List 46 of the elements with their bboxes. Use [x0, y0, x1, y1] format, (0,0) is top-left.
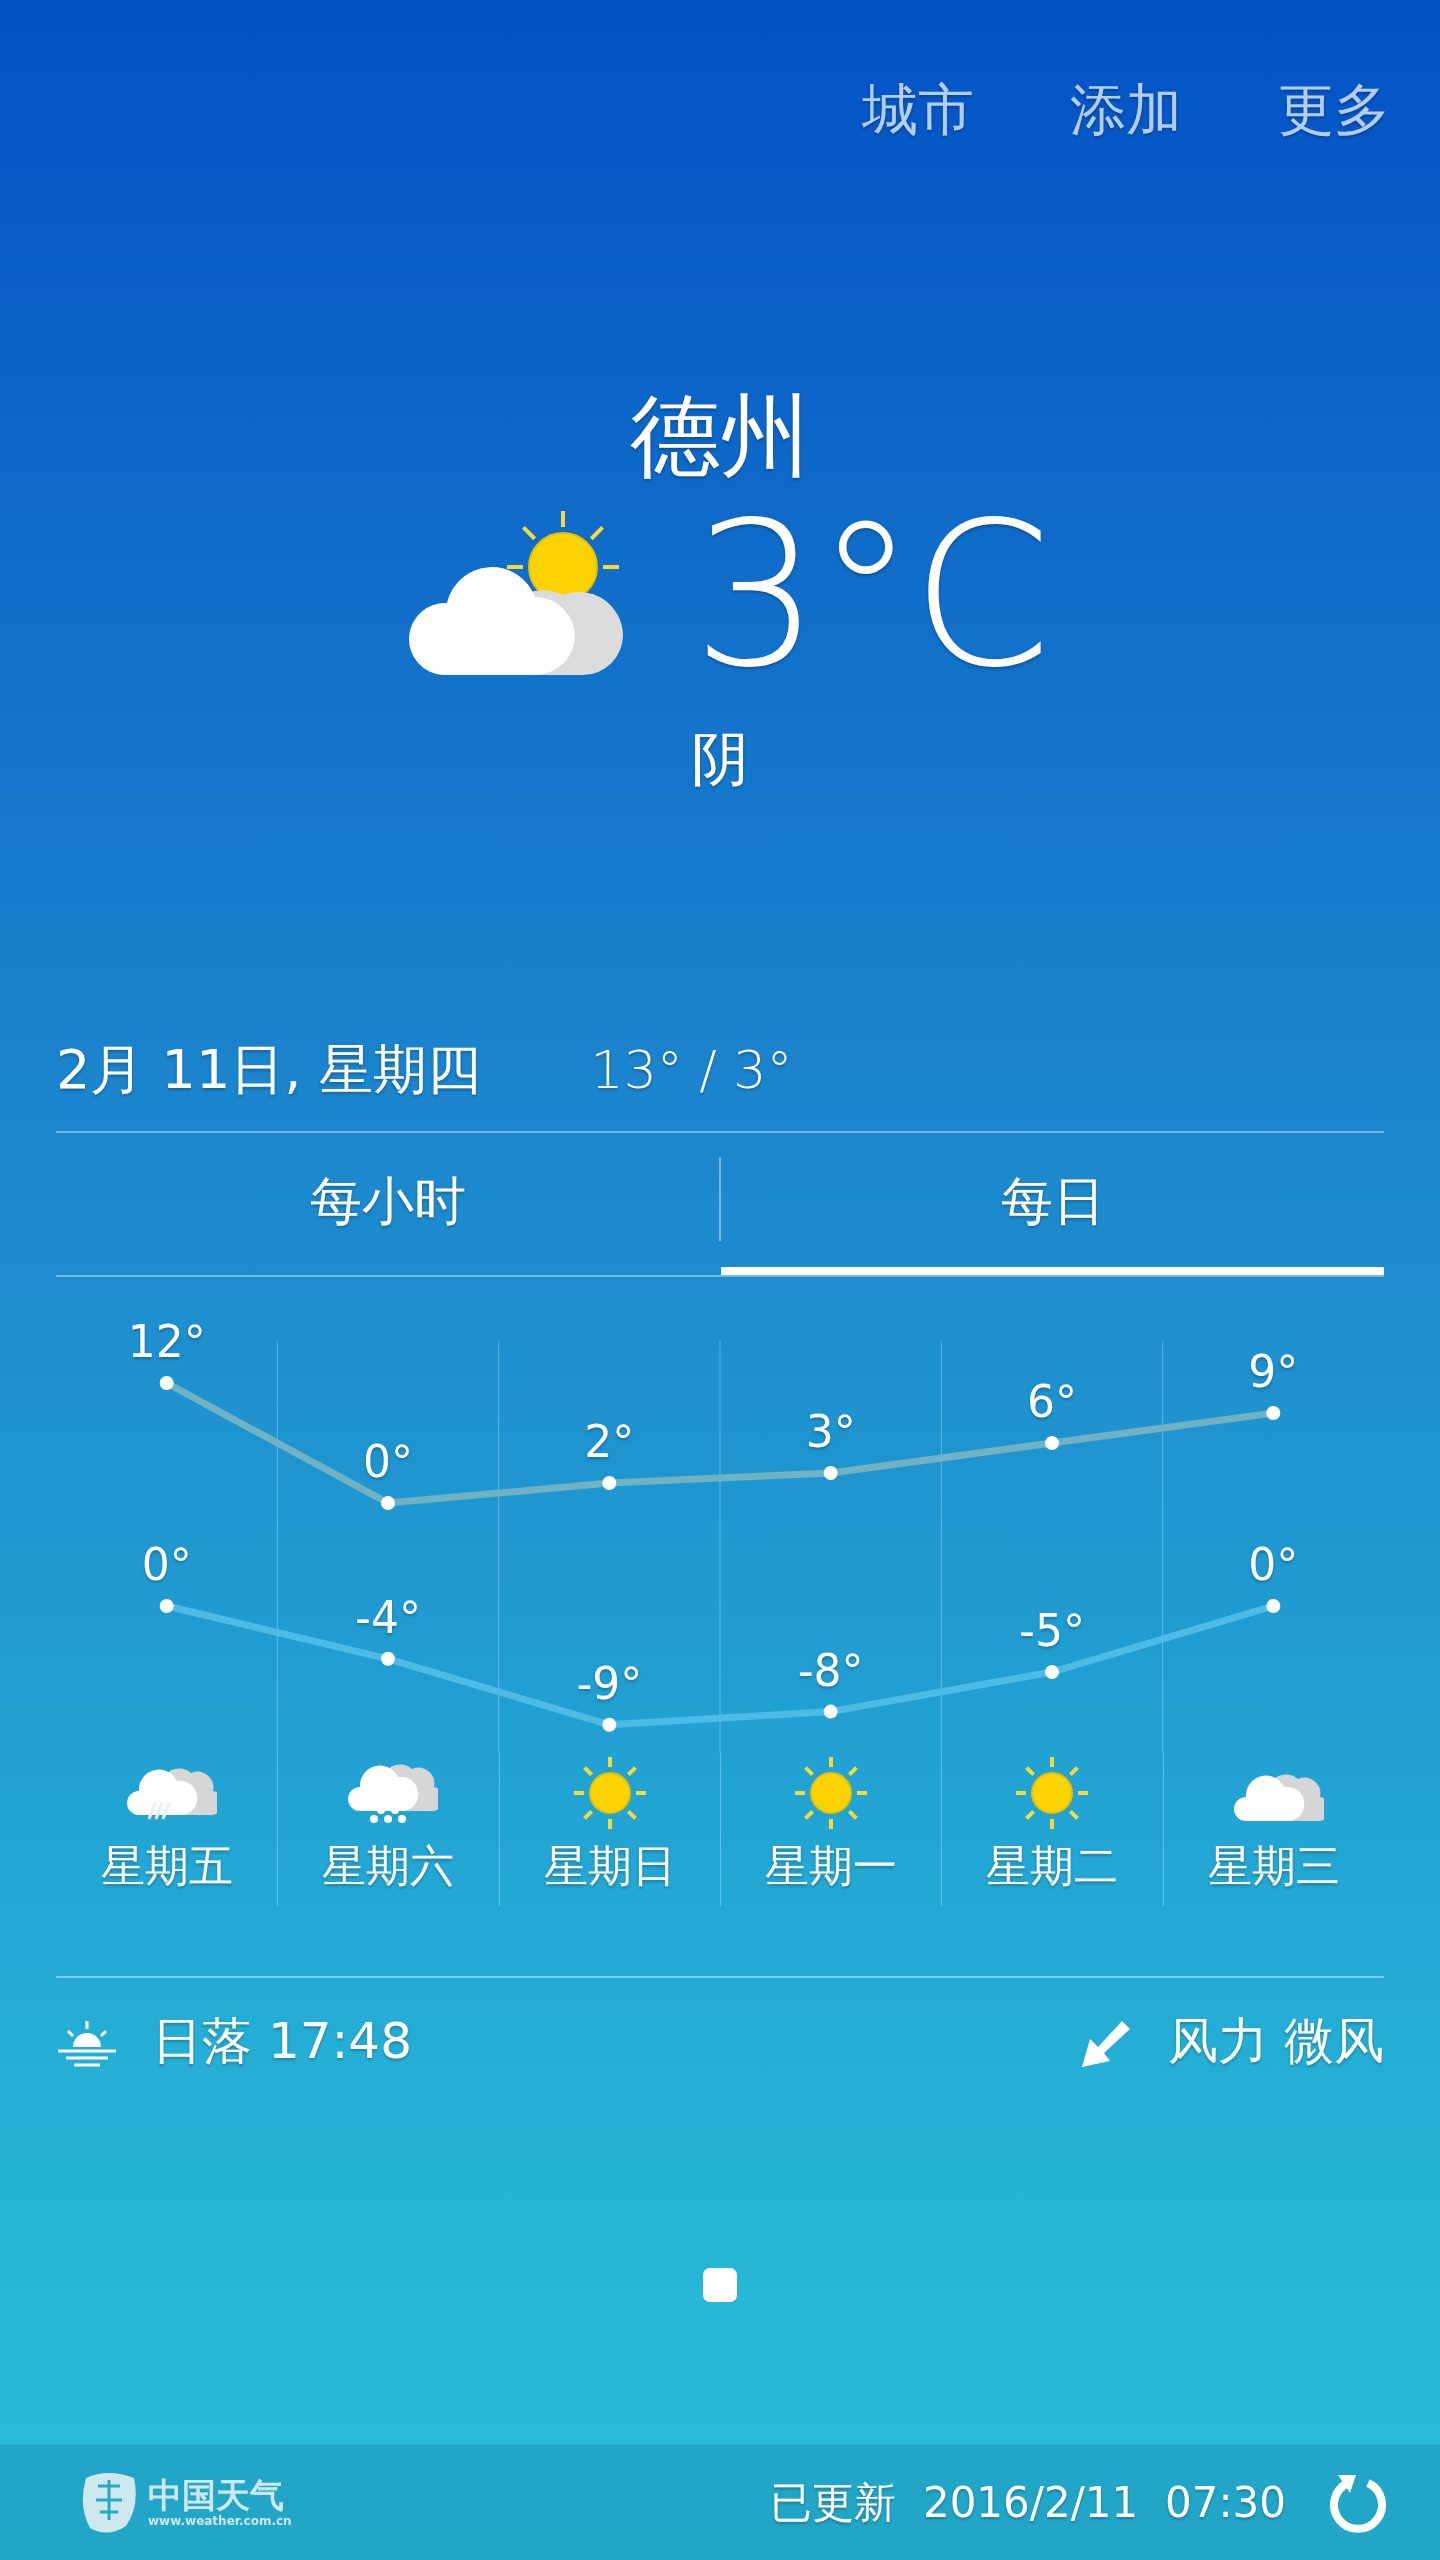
page-indicator [703, 2268, 737, 2302]
data-point [1045, 1665, 1059, 1679]
data-point [602, 1476, 617, 1490]
temperature-label: 0° [141, 1539, 192, 1590]
sunset-time: 日落 17:48 [152, 2011, 412, 2072]
temperature-label: 0° [363, 1436, 413, 1487]
day-label: 星期六 [322, 1839, 455, 1893]
temperature-label: 0° [1248, 1539, 1299, 1590]
logo-url: www.weather.com.cn [148, 2514, 292, 2529]
weather-condition: 阴 [691, 724, 749, 795]
header-link[interactable]: 添加 [1070, 76, 1182, 186]
header-link[interactable]: 更多 [1278, 76, 1390, 186]
data-point [602, 1717, 617, 1732]
temperature-label: -4° [355, 1591, 421, 1643]
day-label: 星期五 [100, 1839, 233, 1893]
current-temperature: 3°C [692, 485, 1048, 705]
logo-name: 中国天气 [148, 2476, 285, 2515]
data-point [1045, 1436, 1059, 1450]
data-point [159, 1599, 174, 1613]
data-point [1266, 1599, 1281, 1613]
city-name: 德州 [630, 386, 810, 485]
temperature-label: 12° [127, 1316, 206, 1367]
data-point [381, 1496, 395, 1510]
temperature-label: 3° [805, 1406, 856, 1457]
data-point [159, 1376, 174, 1390]
data-point [823, 1466, 838, 1480]
temperature-label: 6° [1027, 1376, 1077, 1427]
wind-info: 风力 微风 [1168, 2011, 1384, 2072]
day-label: 星期三 [1207, 1839, 1340, 1893]
temperature-label: -9° [576, 1657, 643, 1709]
temperature-label: -8° [797, 1644, 864, 1696]
update-time: 已更新 2016/2/11 07:30 [770, 2476, 1286, 2529]
header-link[interactable]: 城市 [862, 76, 974, 186]
tab[interactable]: 每小时 [56, 1133, 719, 1275]
day-label: 星期一 [765, 1839, 898, 1893]
temperature-label: -5° [1019, 1605, 1085, 1656]
temperature-label: 2° [584, 1416, 635, 1467]
data-point [381, 1651, 395, 1666]
temperature-label: 9° [1248, 1346, 1299, 1397]
day-label: 星期日 [543, 1839, 676, 1893]
date-text: 2月 11日, 星期四 [56, 1037, 481, 1103]
tab[interactable]: 每日 [721, 1133, 1384, 1275]
temperature-range: 13° / 3° [590, 1040, 793, 1100]
data-point [823, 1704, 838, 1719]
data-point [1266, 1406, 1281, 1420]
day-label: 星期二 [986, 1839, 1119, 1893]
